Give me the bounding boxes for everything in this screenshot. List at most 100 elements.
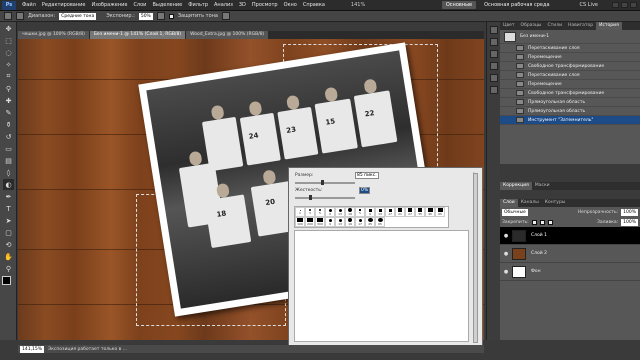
history-item[interactable]: Прямоугольная область [500, 107, 640, 116]
history-item[interactable]: Перетаскивание слоя [500, 71, 640, 80]
size-slider[interactable] [295, 180, 355, 185]
brush-preset-cell[interactable]: 9 [325, 217, 335, 227]
menu-filter[interactable]: Фильтр [185, 2, 211, 8]
hardness-slider-knob[interactable] [309, 195, 312, 200]
brush-preset-cell[interactable]: 17 [355, 217, 365, 227]
tab-masks[interactable]: Маски [532, 182, 553, 190]
brush-preset-cell[interactable]: 27 [405, 207, 415, 217]
airbrush-icon[interactable] [156, 12, 165, 20]
menu-help[interactable]: Справка [300, 2, 328, 8]
marquee-tool-icon[interactable]: ⬚ [3, 35, 14, 46]
lock-pixels-icon[interactable] [531, 220, 537, 225]
tab-navigator[interactable]: Навигатор [565, 22, 596, 30]
layer-row[interactable]: ● Фон [500, 263, 640, 281]
brush-preset-cell[interactable]: 65 [435, 207, 445, 217]
brush-preset-picker[interactable]: Размер: 85 пикс. Жесткость: 0% ▸ 1359131… [288, 167, 483, 350]
brush-preset-cell[interactable]: 13 [335, 207, 345, 217]
brush-preset-list-area[interactable] [294, 230, 469, 342]
history-brush-tool-icon[interactable]: ↺ [3, 131, 14, 142]
layer-row[interactable]: ● Слой 1 [500, 227, 640, 245]
history-item[interactable]: Перемещение [500, 53, 640, 62]
actions-panel-icon[interactable] [490, 38, 498, 46]
brush-preset-cell[interactable]: 65 [375, 217, 385, 227]
menu-select[interactable]: Выделение [149, 2, 185, 8]
tab-channels[interactable]: Каналы [518, 199, 542, 207]
range-select[interactable]: Средние тона [59, 12, 97, 20]
brush-preset-cell[interactable]: 13 [375, 207, 385, 217]
tab-swatches[interactable]: Образцы [518, 22, 545, 30]
zoom-tool-icon[interactable]: ⚲ [3, 263, 14, 274]
minimize-icon[interactable] [612, 2, 619, 8]
opacity-field[interactable]: 100% [621, 209, 638, 216]
brush-preset-cell[interactable]: 35 [415, 207, 425, 217]
tab-layers[interactable]: Слои [500, 199, 518, 207]
tab-document-3[interactable]: Wood_Extra.jpg @ 100% (RGB/8) [186, 31, 269, 39]
exposure-field[interactable]: 50% [138, 12, 153, 20]
brush-tool-icon[interactable]: ✎ [3, 107, 14, 118]
blur-tool-icon[interactable]: ◊ [3, 167, 14, 178]
crop-tool-icon[interactable]: ⌗ [3, 71, 14, 82]
character-panel-icon[interactable] [490, 74, 498, 82]
lock-all-icon[interactable] [547, 220, 553, 225]
brush-preset-cell[interactable]: 19 [345, 207, 355, 217]
fill-field[interactable]: 100% [621, 219, 638, 226]
menu-analysis[interactable]: Анализ [211, 2, 236, 8]
history-item[interactable]: Инструмент "Затемнитель" [500, 116, 640, 125]
workspace-button[interactable]: Основные [441, 1, 477, 9]
protect-tones-checkbox[interactable] [168, 13, 174, 19]
brush-preset-cell[interactable]: 5 [355, 207, 365, 217]
clone-stamp-tool-icon[interactable]: ⚱ [3, 119, 14, 130]
history-panel-icon[interactable] [490, 26, 498, 34]
brush-preset-cell[interactable]: 9 [325, 207, 335, 217]
status-zoom-field[interactable]: 141,15% [20, 345, 45, 353]
history-snapshot[interactable]: Без имени-1 [500, 30, 640, 44]
tab-color[interactable]: Цвет [500, 22, 518, 30]
menu-file[interactable]: Файл [19, 2, 39, 8]
tab-adjustments[interactable]: Коррекция [500, 182, 532, 190]
maximize-icon[interactable] [621, 2, 628, 8]
hardness-slider[interactable] [295, 195, 355, 200]
healing-brush-tool-icon[interactable]: ✚ [3, 95, 14, 106]
tab-document-2[interactable]: Без имени-1 @ 141% (Слой 1, RGB/8) [89, 31, 186, 39]
3d-rotate-tool-icon[interactable]: ⟲ [3, 239, 14, 250]
tab-document-1[interactable]: чешки.jpg @ 100% (RGB/8) [18, 31, 89, 39]
brush-panel-icon[interactable] [490, 50, 498, 58]
history-item[interactable]: Свободное трансформирование [500, 62, 640, 71]
size-slider-knob[interactable] [321, 180, 324, 185]
visibility-eye-icon[interactable]: ● [503, 251, 509, 257]
magic-wand-tool-icon[interactable]: ✧ [3, 59, 14, 70]
brush-preset-cell[interactable]: 5 [315, 207, 325, 217]
menu-edit[interactable]: Редактирование [39, 2, 89, 8]
brush-panel-scrollbar[interactable] [473, 173, 478, 343]
history-item[interactable]: Свободное трансформирование [500, 89, 640, 98]
menu-view[interactable]: Просмотр [249, 2, 281, 8]
tab-styles[interactable]: Стили [545, 22, 566, 30]
visibility-eye-icon[interactable]: ● [503, 269, 509, 275]
dodge-tool-active-icon[interactable]: ◐ [3, 179, 14, 190]
visibility-eye-icon[interactable]: ● [503, 233, 509, 239]
eraser-tool-icon[interactable]: ▭ [3, 143, 14, 154]
tablet-pressure-icon[interactable] [222, 12, 230, 20]
brush-preset-cell[interactable]: 45 [425, 207, 435, 217]
zoom-level[interactable]: 141% [348, 2, 368, 8]
tab-history[interactable]: История [596, 22, 622, 30]
dodge-tool-icon[interactable] [4, 12, 12, 20]
color-swatches[interactable] [2, 276, 15, 294]
brush-preset-cell[interactable]: 3 [305, 207, 315, 217]
move-tool-icon[interactable]: ✥ [3, 23, 14, 34]
shape-tool-icon[interactable]: ▢ [3, 227, 14, 238]
menu-layers[interactable]: Слои [130, 2, 149, 8]
pen-tool-icon[interactable]: ✒ [3, 191, 14, 202]
hardness-value[interactable]: 0% [359, 187, 371, 194]
brush-preset-cell[interactable]: 13 [335, 217, 345, 227]
history-item[interactable]: Прямоугольная область [500, 98, 640, 107]
hand-tool-icon[interactable]: ✋ [3, 251, 14, 262]
cs-live-button[interactable]: CS Live [580, 2, 598, 8]
menu-window[interactable]: Окно [281, 2, 300, 8]
history-item[interactable]: Перетаскивание слоя [500, 44, 640, 53]
type-tool-icon[interactable]: T [3, 203, 14, 214]
blend-mode-select[interactable]: Обычные [502, 209, 528, 216]
size-value[interactable]: 85 пикс. [355, 172, 379, 179]
clone-source-panel-icon[interactable] [490, 62, 498, 70]
brush-preset-cell[interactable]: 100 [295, 217, 305, 227]
